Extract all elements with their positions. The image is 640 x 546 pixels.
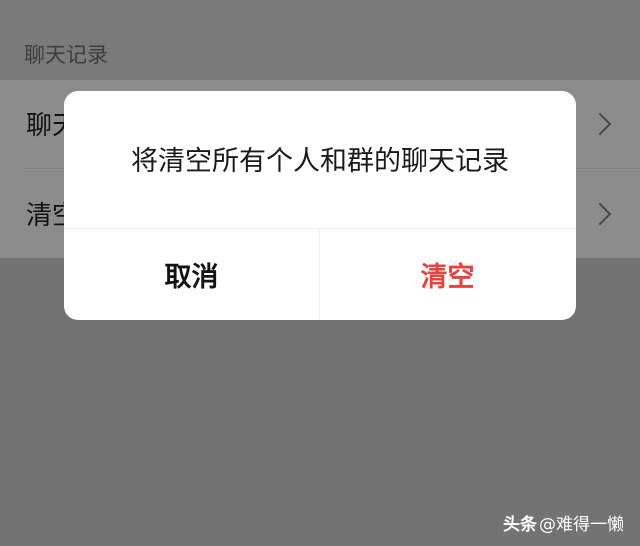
cancel-button[interactable]: 取消: [64, 229, 319, 320]
watermark-handle: @难得一懒: [539, 515, 624, 535]
chevron-right-icon: [588, 112, 612, 136]
watermark-brand: 头条: [503, 515, 537, 535]
watermark: 头条 @难得一懒: [503, 514, 624, 536]
section-header-title: 聊天记录: [24, 43, 108, 67]
dialog-message: 将清空所有个人和群的聊天记录: [131, 146, 509, 177]
confirm-dialog: 将清空所有个人和群的聊天记录 取消 清空: [64, 91, 576, 320]
clear-button[interactable]: 清空: [320, 229, 575, 320]
chevron-right-icon: [588, 202, 612, 226]
section-header: 聊天记录: [0, 0, 640, 80]
